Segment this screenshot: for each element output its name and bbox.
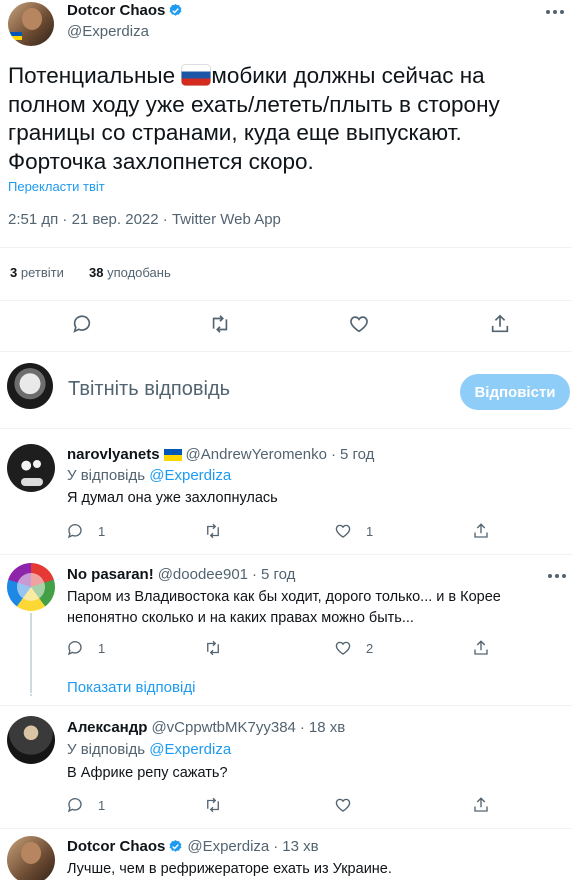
retweets-stat[interactable]: 3 ретвіти [10, 265, 64, 280]
author-avatar[interactable] [8, 2, 54, 46]
reply-count: 1 [98, 640, 106, 656]
reply-text: Я думал она уже захлопнулась [67, 490, 278, 506]
like-count: 1 [366, 523, 374, 539]
reply-text: Паром из Владивостока как бы ходит, доро… [67, 589, 501, 626]
more-icon[interactable] [546, 6, 566, 18]
retweet-icon[interactable] [209, 313, 231, 335]
translate-link[interactable]: Перекласти твіт [8, 179, 105, 194]
compose-input[interactable]: Твітніть відповідь [68, 378, 230, 401]
tweet-meta[interactable]: 2:51 дп · 21 вер. 2022 · Twitter Web App [8, 211, 281, 228]
show-replies-link[interactable]: Показати відповіді [67, 679, 195, 696]
share-icon[interactable] [472, 639, 490, 657]
reply-header: narovlyanets @AndrewYeromenko · 5 год [67, 446, 375, 463]
reply-actions: 1 [66, 796, 496, 814]
divider [0, 828, 572, 829]
author-handle[interactable]: @Experdiza [67, 23, 149, 40]
reply-header: No pasaran! @doodee901 · 5 год [67, 566, 296, 583]
divider [0, 247, 572, 248]
reply-avatar[interactable] [7, 563, 55, 611]
reply-avatar[interactable] [7, 836, 55, 880]
like-icon[interactable] [334, 639, 352, 657]
retweet-icon[interactable] [204, 796, 222, 814]
reply-icon[interactable] [66, 522, 84, 540]
divider [0, 351, 572, 352]
verified-badge-icon [169, 3, 182, 16]
replying-to: У відповідь @Experdiza [67, 741, 232, 758]
reply-header: Александр @vCppwtbMK7yy384 · 18 хв [67, 719, 346, 736]
likes-stat[interactable]: 38 уподобань [89, 265, 171, 280]
reply-icon[interactable] [71, 313, 93, 335]
reply-icon[interactable] [66, 796, 84, 814]
share-icon[interactable] [472, 522, 490, 540]
reply-count: 1 [98, 797, 106, 813]
retweet-icon[interactable] [204, 522, 222, 540]
divider [0, 428, 572, 429]
verified-badge-icon [169, 839, 182, 852]
like-icon[interactable] [348, 313, 370, 335]
divider [0, 300, 572, 301]
like-icon[interactable] [334, 796, 352, 814]
reply-count: 1 [98, 523, 106, 539]
current-user-avatar[interactable] [7, 363, 53, 409]
replying-to: У відповідь @Experdiza [67, 467, 232, 484]
author-name[interactable]: Dotcor Chaos [67, 2, 183, 19]
reply-actions: 1 2 [66, 639, 496, 657]
reply-icon[interactable] [66, 639, 84, 657]
like-count: 2 [366, 640, 374, 656]
reply-avatar[interactable] [7, 716, 55, 764]
share-icon[interactable] [472, 796, 490, 814]
reply-avatar[interactable] [7, 444, 55, 492]
reply-header: Dotcor Chaos @Experdiza · 13 хв [67, 838, 319, 855]
retweet-icon[interactable] [204, 639, 222, 657]
reply-text: Лучше, чем в рефрижераторе ехать из Укра… [67, 861, 392, 877]
thread-dots [28, 676, 34, 696]
reply-button[interactable]: Відповісти [460, 374, 570, 410]
more-icon[interactable] [548, 572, 568, 580]
reply-text: В Африке репу сажать? [67, 765, 228, 781]
ru-flag-icon [181, 64, 212, 86]
reply-actions: 1 1 [66, 522, 496, 540]
ua-flag-icon [163, 448, 182, 461]
like-icon[interactable] [334, 522, 352, 540]
tweet-text: Потенциальные мобики должны сейчас на по… [8, 63, 500, 174]
share-icon[interactable] [489, 313, 511, 335]
divider [0, 705, 572, 706]
divider [0, 554, 572, 555]
